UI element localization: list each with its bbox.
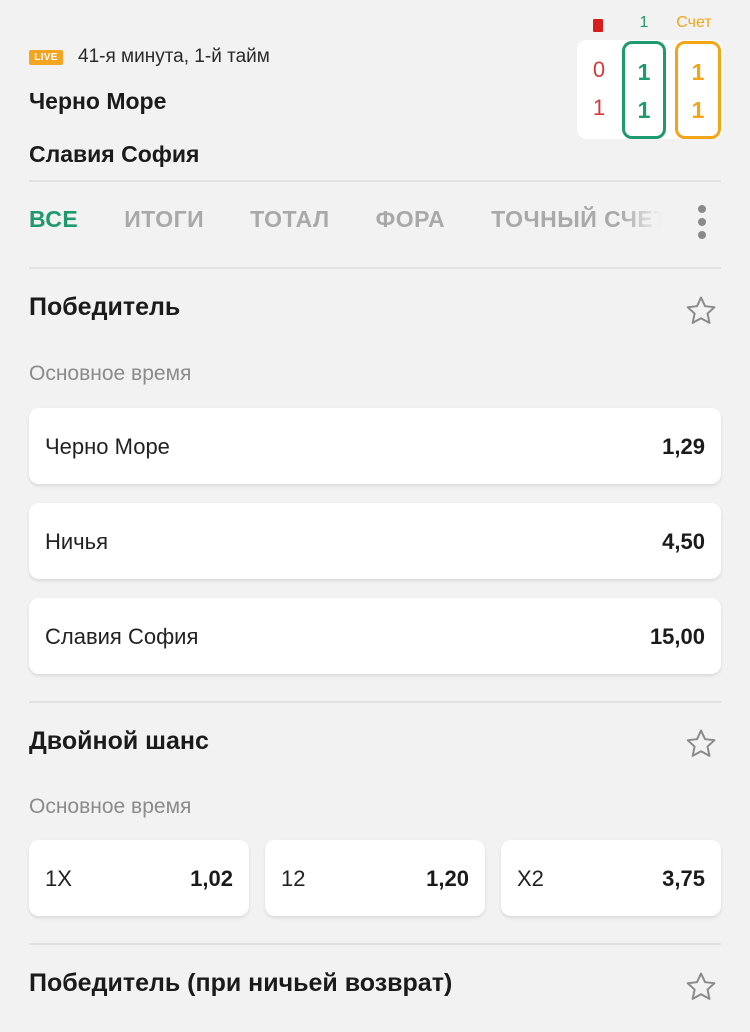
match-status: 41-я минута, 1-й тайм [78,46,270,67]
period-score-away: 1 [637,97,651,123]
star-icon[interactable] [684,727,718,761]
outcome-odds: 4,50 [662,529,705,554]
odds-row-home[interactable]: Черно Море 1,29 [29,408,721,484]
red-cards-home: 0 [592,57,606,82]
odds-cell-1x[interactable]: 1X 1,02 [29,840,249,916]
outcome-label: Черно Море [45,434,170,459]
team-away: Славия София [29,141,200,167]
divider [29,943,721,945]
section-subtitle: Основное время [29,795,192,818]
outcome-odds: 3,75 [662,866,705,891]
period-score-home: 1 [637,59,651,85]
odds-row-away[interactable]: Славия София 15,00 [29,598,721,674]
odds-row-draw[interactable]: Ничья 4,50 [29,503,721,579]
outcome-label: Ничья [45,529,109,554]
tab-handicap[interactable]: ФОРА [376,206,445,233]
section-title-double-chance: Двойной шанс [29,727,209,755]
outcome-label: Славия София [45,624,199,649]
total-score-box: 1 1 [675,41,721,139]
divider [29,180,721,182]
period-header: 1 [639,14,649,31]
more-vert-icon[interactable] [694,205,710,245]
section-title-draw-no-bet: Победитель (при ничьей возврат) [29,969,453,997]
divider [29,701,721,703]
outcome-odds: 1,29 [662,434,705,459]
market-tabs: ВСЕ ИТОГИ ТОТАЛ ФОРА ТОЧНЫЙ СЧЕТ [29,206,669,240]
period-score-box: 1 1 [622,41,666,139]
divider [29,267,721,269]
star-icon[interactable] [684,970,718,1004]
tab-all[interactable]: ВСЕ [29,206,78,233]
odds-cell-x2[interactable]: X2 3,75 [501,840,721,916]
outcome-odds: 1,02 [190,866,233,891]
total-score-home: 1 [691,59,705,85]
outcome-odds: 1,20 [426,866,469,891]
team-home: Черно Море [29,88,167,114]
section-title-winner: Победитель [29,293,181,321]
star-icon[interactable] [684,294,718,328]
section-subtitle: Основное время [29,362,192,385]
red-cards-column: 0 1 [577,40,621,139]
red-card-icon [593,19,603,32]
tab-results[interactable]: ИТОГИ [124,206,204,233]
outcome-label: 12 [281,866,306,891]
odds-cell-12[interactable]: 12 1,20 [265,840,485,916]
outcome-odds: 15,00 [649,624,705,649]
tabs-fade [620,200,680,244]
tab-total[interactable]: ТОТАЛ [250,206,330,233]
total-score-away: 1 [691,97,705,123]
score-header: Счет [676,14,712,31]
outcome-label: X2 [517,866,544,891]
live-badge: LIVE [29,50,63,65]
red-cards-away: 1 [592,95,606,120]
outcome-label: 1X [45,866,72,891]
